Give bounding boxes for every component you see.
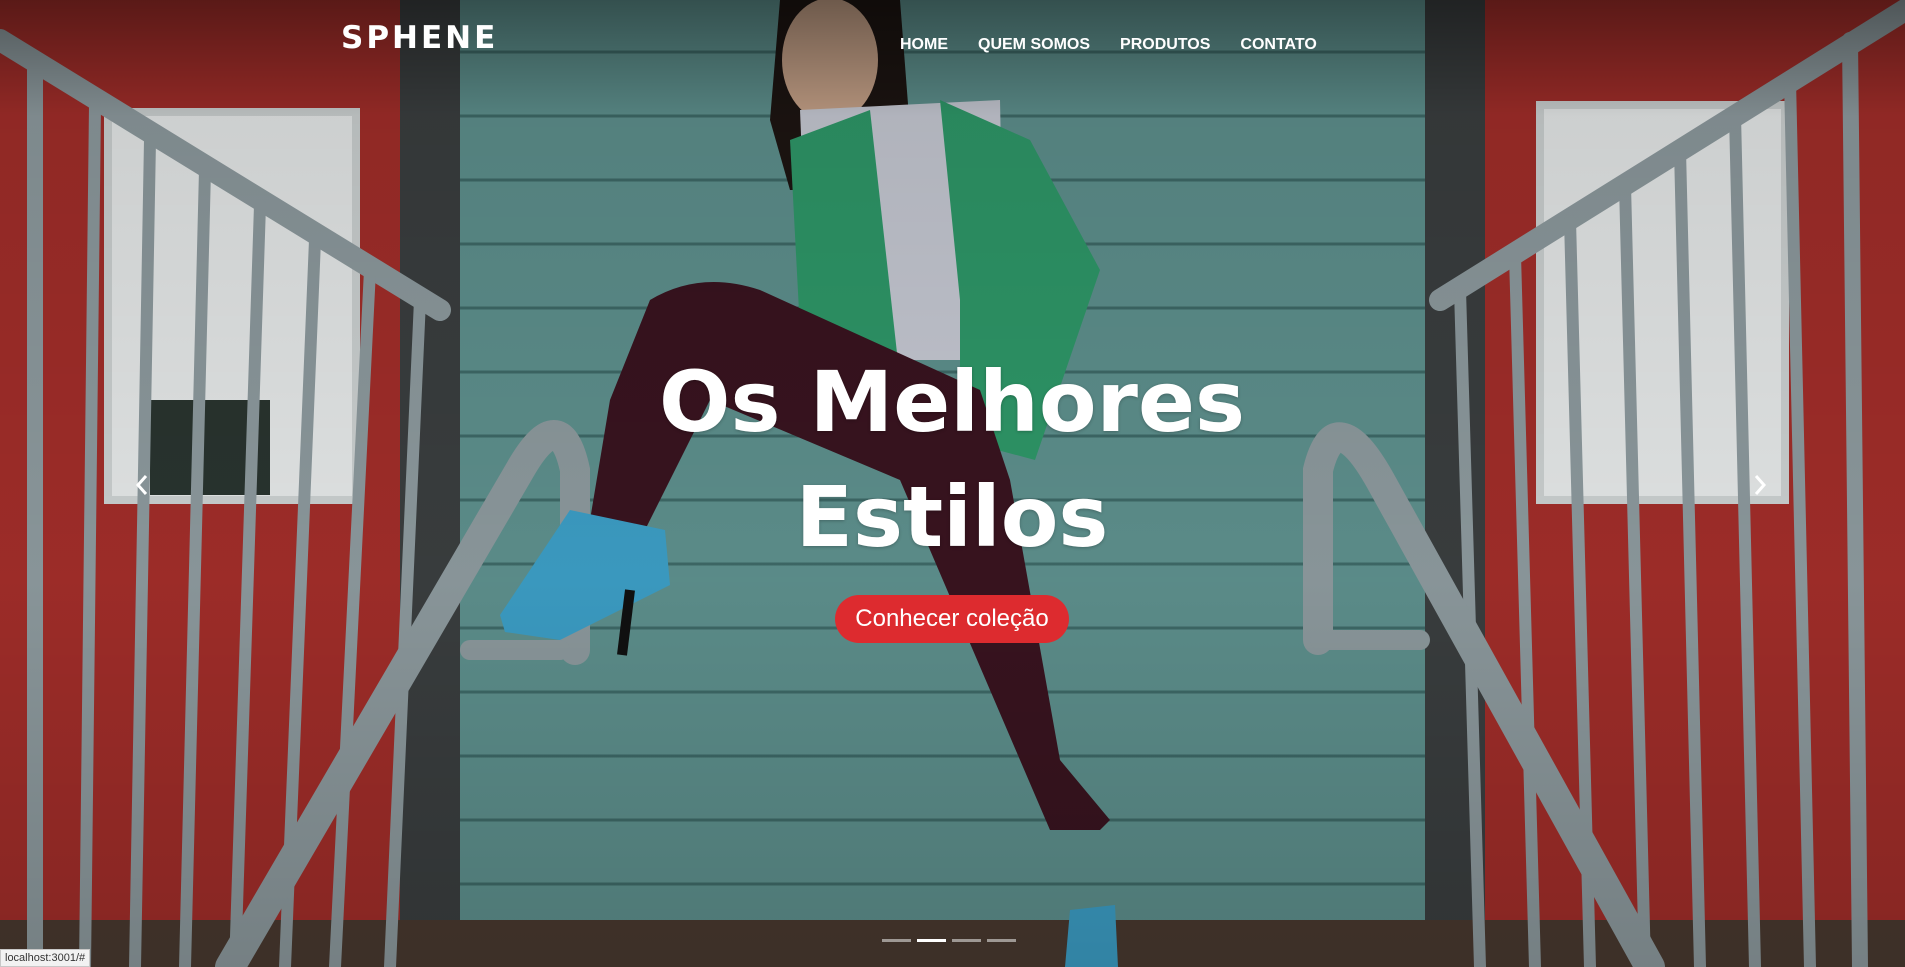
nav-menu: HOME QUEM SOMOS PRODUTOS CONTATO (900, 36, 1332, 54)
browser-status-bar: localhost:3001/# (0, 949, 91, 967)
carousel-indicator-4[interactable] (987, 939, 1016, 942)
chevron-right-icon (1754, 475, 1767, 495)
brand-logo[interactable]: SPHENE (341, 20, 498, 56)
carousel-next-button[interactable] (1740, 470, 1780, 500)
chevron-left-icon (135, 475, 148, 495)
hero-caption: Os Melhores Estilos Conhecer coleção (552, 345, 1352, 643)
nav-link-produtos[interactable]: PRODUTOS (1105, 36, 1225, 54)
nav-item-produtos: PRODUTOS (1105, 36, 1225, 54)
nav-item-quem-somos: QUEM SOMOS (963, 36, 1105, 54)
hero-title-line-1: Os Melhores (659, 353, 1245, 451)
nav-item-home: HOME (900, 36, 963, 54)
carousel-indicator-1[interactable] (882, 939, 911, 942)
carousel-indicators (882, 939, 1016, 942)
carousel-prev-button[interactable] (122, 470, 162, 500)
nav-item-contato: CONTATO (1225, 36, 1331, 54)
nav-link-home[interactable]: HOME (900, 36, 963, 54)
carousel-indicator-2[interactable] (917, 939, 946, 942)
navbar: SPHENE HOME QUEM SOMOS PRODUTOS CONTATO (0, 0, 1905, 90)
nav-link-contato[interactable]: CONTATO (1225, 36, 1331, 54)
carousel-indicator-3[interactable] (952, 939, 981, 942)
nav-link-quem-somos[interactable]: QUEM SOMOS (963, 36, 1105, 54)
hero-title: Os Melhores Estilos (552, 345, 1352, 575)
hero-title-line-2: Estilos (795, 468, 1109, 566)
cta-button[interactable]: Conhecer coleção (835, 595, 1069, 643)
